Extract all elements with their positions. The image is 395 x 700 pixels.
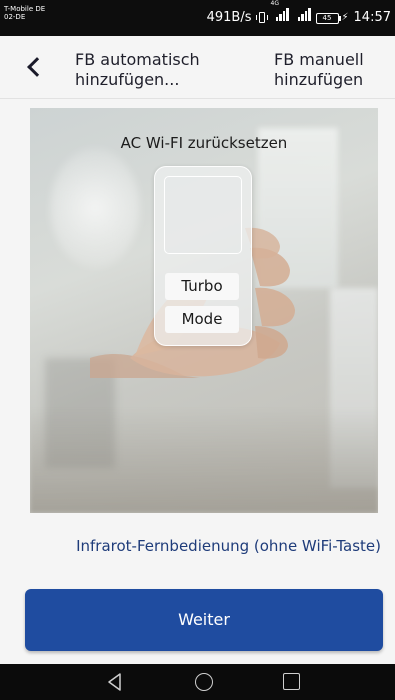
clock: 14:57	[353, 10, 391, 25]
nav-recent-icon[interactable]	[283, 673, 300, 690]
remote-turbo-button: Turbo	[165, 273, 239, 300]
carrier-label: T-Mobile DE 02-DE	[4, 5, 45, 21]
header: FB automatisch hinzufügen... FB manuell …	[0, 36, 395, 99]
remote-mode-button: Mode	[165, 306, 239, 333]
status-indicators: 491B/s 4G 45 ⚡︎ 14:57	[206, 1, 391, 28]
charging-icon: ⚡︎	[341, 12, 349, 23]
network-speed: 491B/s	[206, 10, 252, 25]
battery-icon: 45 ⚡︎	[315, 8, 349, 28]
network-type: 4G	[270, 0, 279, 7]
carrier-line-1: T-Mobile DE	[4, 5, 46, 13]
navigation-bar	[0, 664, 395, 700]
carrier-line-2: 02-DE	[4, 13, 26, 21]
status-bar: T-Mobile DE 02-DE 491B/s 4G 45 ⚡︎ 14:57	[0, 0, 395, 36]
remote-control: Turbo Mode	[154, 166, 252, 346]
illustration-title: AC Wi-FI zurücksetzen	[120, 134, 288, 152]
back-button[interactable]	[22, 54, 48, 80]
tab-add-automatically[interactable]: FB automatisch hinzufügen...	[75, 50, 225, 90]
remote-display	[164, 176, 242, 254]
battery-level: 45	[315, 12, 339, 24]
vibrate-icon	[255, 11, 268, 25]
nav-home-icon[interactable]	[195, 673, 213, 691]
continue-button[interactable]: Weiter	[25, 589, 383, 651]
screen: T-Mobile DE 02-DE 491B/s 4G 45 ⚡︎ 14:57	[0, 0, 395, 700]
infrared-remote-link[interactable]: Infrarot-Fernbedienung (ohne WiFi-Taste)	[0, 537, 395, 555]
signal-icon: 4G	[271, 1, 289, 28]
nav-back-icon[interactable]	[105, 672, 125, 692]
signal-icon-2	[294, 8, 311, 28]
reset-illustration: AC Wi-FI zurücksetzen Turbo Mode	[30, 108, 378, 513]
tab-add-manually[interactable]: FB manuell hinzufügen	[274, 50, 384, 90]
